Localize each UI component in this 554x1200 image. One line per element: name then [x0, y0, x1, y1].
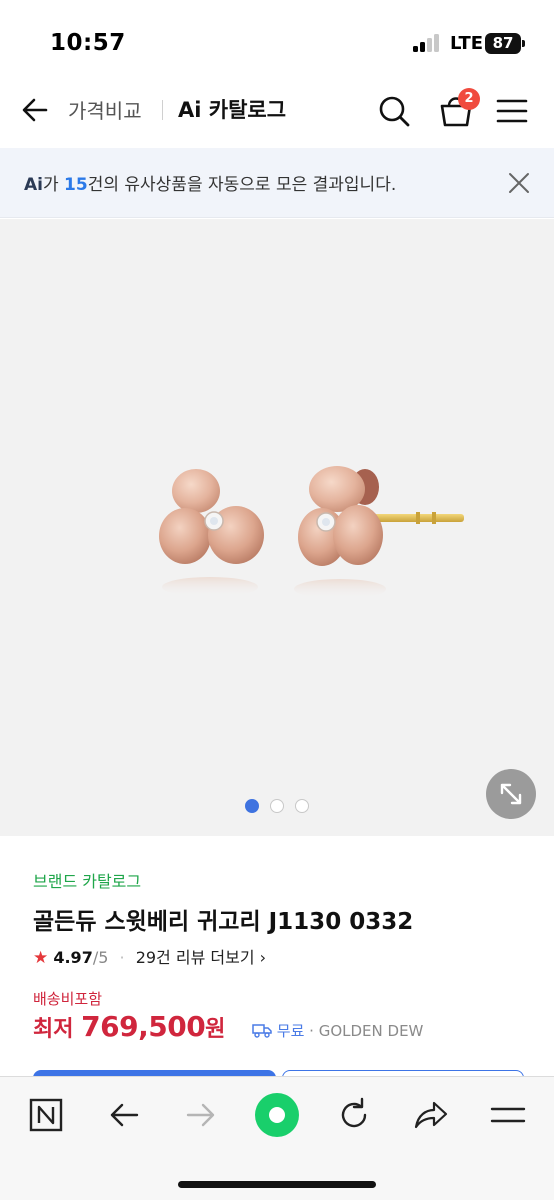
browser-forward-icon[interactable]: [181, 1095, 221, 1135]
pagination-dot-1[interactable]: [245, 799, 259, 813]
rating-row: ★ 4.97/5 · 29건 리뷰 더보기 ›: [33, 944, 267, 968]
search-icon[interactable]: [375, 92, 413, 130]
battery-icon: 87: [485, 33, 521, 54]
share-icon[interactable]: [410, 1095, 450, 1135]
status-bar: 10:57 LTE 87: [0, 0, 554, 78]
breadcrumb-price-compare[interactable]: 가격비교: [68, 95, 142, 124]
breadcrumb-divider: [162, 100, 163, 120]
battery-tip: [522, 40, 525, 47]
page-title: Ai 카탈로그: [178, 98, 287, 122]
pagination-dot-2[interactable]: [270, 799, 284, 813]
banner-count: 15: [64, 175, 88, 195]
star-icon: ★: [33, 948, 49, 968]
dot-separator: ·: [309, 1022, 319, 1040]
right-earring: [294, 466, 464, 599]
price-label: 최저: [33, 1017, 82, 1042]
banner-text-prefix: 가: [42, 175, 65, 195]
expand-icon: [500, 783, 522, 805]
close-icon[interactable]: [505, 169, 533, 197]
truck-icon: [252, 1024, 272, 1038]
shipping-included-note: 배송비포함: [33, 990, 103, 1008]
cart-count-badge: 2: [458, 88, 480, 110]
banner-text-suffix: 건의 유사상품을 자동으로 모은 결과입니다.: [87, 175, 397, 195]
left-earring: [159, 469, 264, 597]
price-unit: 원: [205, 1017, 226, 1042]
toolbar-menu-icon[interactable]: [488, 1095, 528, 1135]
pagination-dot-3[interactable]: [295, 799, 309, 813]
cart-button[interactable]: 2: [434, 88, 482, 132]
reviews-link[interactable]: 29건 리뷰 더보기: [136, 948, 255, 967]
browser-back-icon[interactable]: [104, 1095, 144, 1135]
hamburger-menu-icon[interactable]: [495, 94, 529, 128]
naver-n-icon[interactable]: [26, 1095, 66, 1135]
free-shipping-info: 무료 · GOLDEN DEW: [252, 1020, 423, 1041]
product-name: 골든듀 스윗베리 귀고리 J1130 0332: [33, 909, 414, 935]
product-info: 브랜드 카탈로그 골든듀 스윗베리 귀고리 J1130 0332 ★ 4.97/…: [0, 836, 554, 1080]
carrier-label: LTE: [450, 33, 484, 54]
dot-separator: ·: [119, 948, 125, 967]
browser-toolbar: [0, 1076, 554, 1200]
expand-image-button[interactable]: [486, 769, 536, 819]
green-dot-home-icon[interactable]: [254, 1092, 300, 1138]
rating-max: /5: [92, 948, 109, 967]
chevron-right-icon: ›: [254, 948, 267, 967]
signal-strength-icon: [413, 34, 443, 52]
back-arrow-icon[interactable]: [18, 92, 54, 128]
home-indicator: [178, 1181, 376, 1188]
top-nav: 가격비교 Ai 카탈로그 2: [0, 78, 554, 146]
ai-similar-products-banner: Ai가 15건의 유사상품을 자동으로 모은 결과입니다.: [0, 148, 554, 218]
status-time: 10:57: [50, 30, 126, 56]
banner-text: Ai가 15건의 유사상품을 자동으로 모은 결과입니다.: [24, 170, 396, 195]
seller-name[interactable]: GOLDEN DEW: [319, 1022, 424, 1040]
free-shipping-label: 무료: [276, 1022, 305, 1040]
earring-product-image: [159, 466, 464, 599]
brand-catalog-link[interactable]: 브랜드 카탈로그: [33, 868, 141, 892]
product-image-gallery[interactable]: [0, 219, 554, 836]
banner-ai-label: Ai: [24, 175, 43, 195]
gallery-pagination: [245, 799, 315, 815]
rating-score: 4.97: [53, 948, 93, 967]
price-row: 최저 769,500원: [33, 1010, 225, 1050]
price-value: 769,500: [81, 1010, 206, 1043]
reload-icon[interactable]: [334, 1095, 374, 1135]
